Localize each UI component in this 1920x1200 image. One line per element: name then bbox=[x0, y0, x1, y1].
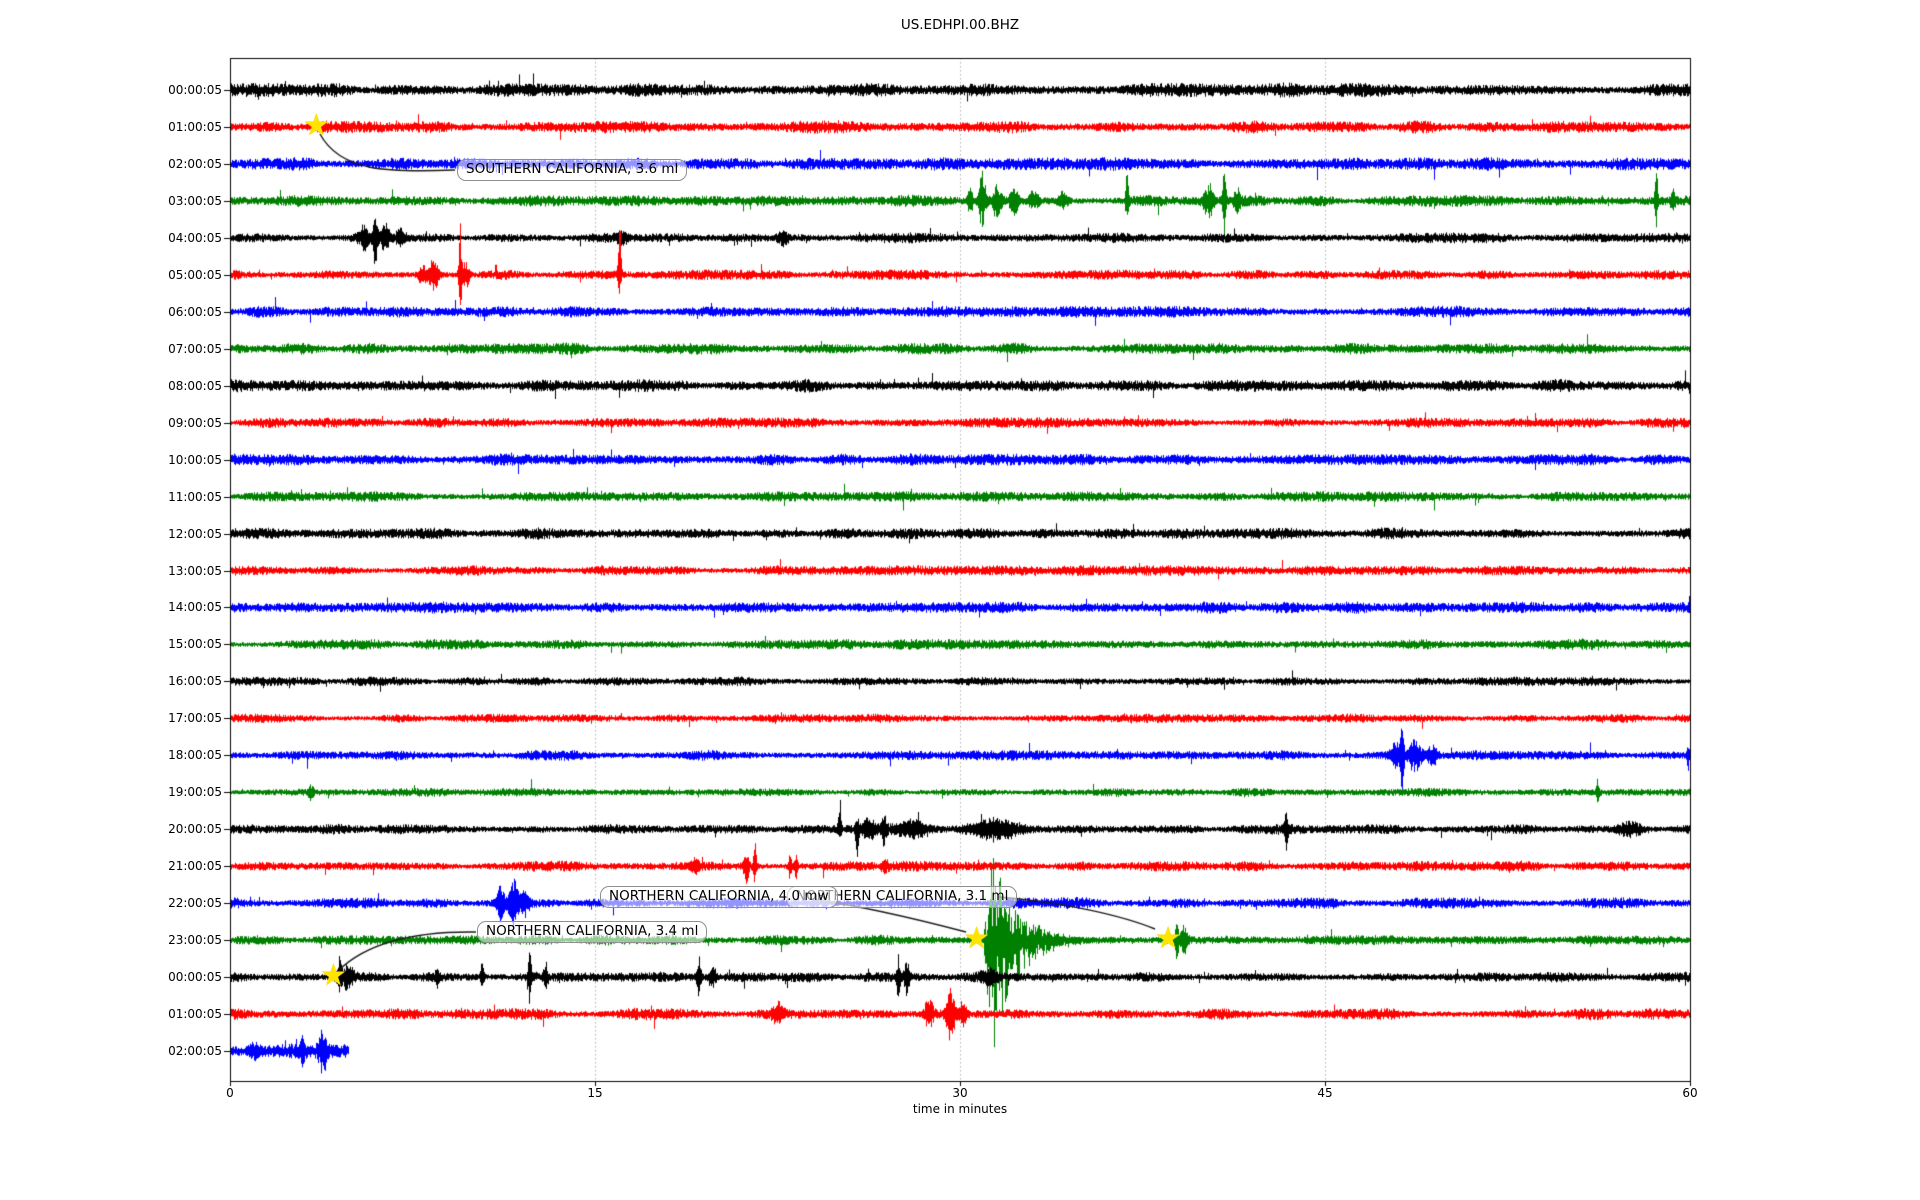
y-axis-label: 15:00:05 bbox=[168, 637, 222, 652]
event-star-icon: ★ bbox=[1154, 920, 1182, 956]
y-axis-label: 17:00:05 bbox=[168, 711, 222, 726]
y-axis-label: 19:00:05 bbox=[168, 785, 222, 800]
annotation-northern-california-4-0: NORTHERN CALIFORNIA, 4.0 mw bbox=[600, 886, 838, 908]
x-axis-tick-label: 15 bbox=[587, 1086, 603, 1100]
x-axis-tick-label: 45 bbox=[1317, 1086, 1333, 1100]
event-star-icon: ★ bbox=[319, 957, 347, 993]
y-axis-label: 16:00:05 bbox=[168, 674, 222, 689]
y-axis-label: 04:00:05 bbox=[168, 230, 222, 245]
event-star-icon: ★ bbox=[963, 920, 990, 956]
y-axis-label: 10:00:05 bbox=[168, 452, 222, 467]
y-axis-label: 06:00:05 bbox=[168, 304, 222, 319]
y-axis-label: 03:00:05 bbox=[168, 193, 222, 208]
event-star-icon: ★ bbox=[302, 107, 330, 143]
x-axis-tick-label: 30 bbox=[952, 1086, 968, 1100]
y-axis-label: 09:00:05 bbox=[168, 415, 222, 430]
y-axis-label: 05:00:05 bbox=[168, 267, 222, 282]
y-axis-label: 01:00:05 bbox=[168, 1007, 222, 1022]
annotation-southern-california-3-6: SOUTHERN CALIFORNIA, 3.6 ml bbox=[457, 159, 688, 181]
y-axis-label: 23:00:05 bbox=[168, 933, 222, 948]
seismogram-figure: US.EDHPI.00.BHZ 00:00:05 01:00:05 02:00:05… bbox=[0, 0, 1920, 1200]
y-axis-label: 13:00:05 bbox=[168, 563, 222, 578]
x-axis-title: time in minutes bbox=[912, 1102, 1008, 1116]
waveform-plot-canvas bbox=[0, 0, 1920, 1200]
y-axis-label: 08:00:05 bbox=[168, 378, 222, 393]
x-axis-tick-label: 60 bbox=[1682, 1086, 1698, 1100]
chart-title: US.EDHPI.00.BHZ bbox=[900, 17, 1020, 33]
y-axis-label: 02:00:05 bbox=[168, 156, 222, 171]
y-axis-label: 14:00:05 bbox=[168, 600, 222, 615]
y-axis-label: 20:00:05 bbox=[168, 822, 222, 837]
annotation-northern-california-3-4: NORTHERN CALIFORNIA, 3.4 ml bbox=[477, 921, 708, 943]
y-axis-label: 22:00:05 bbox=[168, 896, 222, 911]
y-axis-label: 12:00:05 bbox=[168, 526, 222, 541]
y-axis-label: 21:00:05 bbox=[168, 859, 222, 874]
x-axis-tick-label: 0 bbox=[226, 1086, 234, 1100]
y-axis-label: 01:00:05 bbox=[168, 119, 222, 134]
y-axis-label: 11:00:05 bbox=[168, 489, 222, 504]
y-axis-label: 00:00:05 bbox=[168, 970, 222, 985]
y-axis-label: 00:00:05 bbox=[168, 83, 222, 97]
y-axis-label: 18:00:05 bbox=[168, 748, 222, 763]
y-axis-label: 02:00:05 bbox=[168, 1044, 222, 1058]
y-axis-label: 07:00:05 bbox=[168, 341, 222, 356]
